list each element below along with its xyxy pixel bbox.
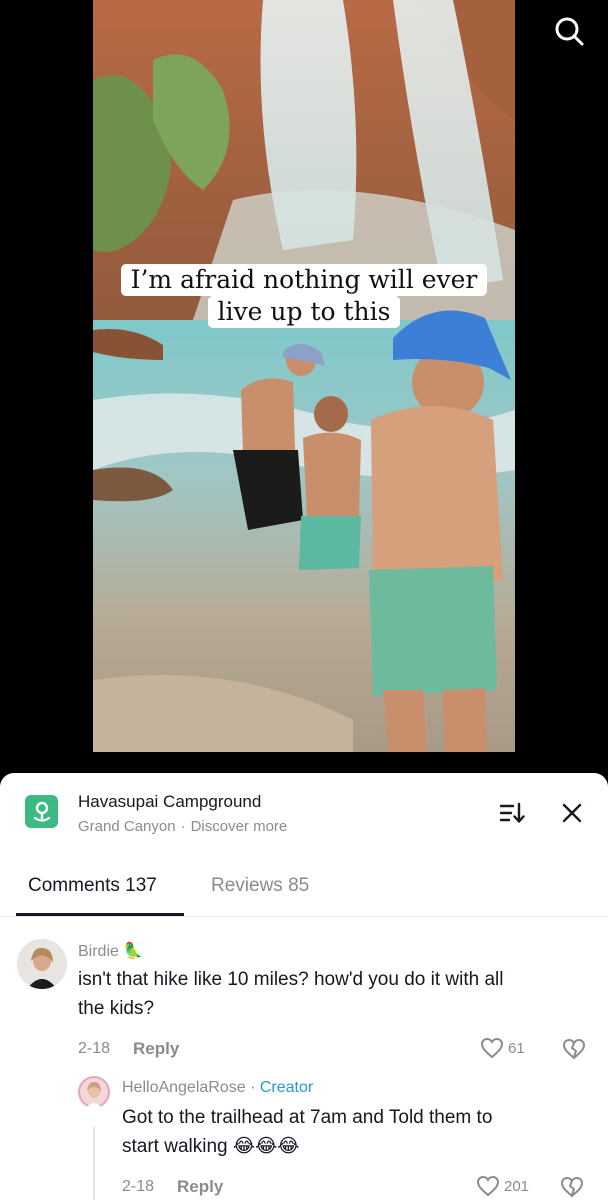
comment-date: 2-18	[78, 1040, 111, 1057]
search-button[interactable]	[552, 14, 586, 48]
location-pin-icon	[33, 801, 50, 822]
video-scene	[93, 0, 515, 752]
video-player[interactable]: I’m afraid nothing will ever live up to …	[0, 0, 608, 800]
active-tab-indicator	[16, 913, 184, 916]
reply-text-line-2: start walking 😂😂😂	[122, 1136, 300, 1157]
avatar[interactable]	[17, 939, 67, 989]
video-caption: I’m afraid nothing will ever live up to …	[0, 264, 608, 328]
video-frame	[93, 0, 515, 752]
comment-username[interactable]: Birdie 🦜	[78, 941, 143, 961]
separator: ·	[180, 818, 186, 835]
reply-button[interactable]: Reply	[177, 1177, 223, 1197]
place-header[interactable]: Havasupai Campground Grand Canyon · Discov…	[0, 773, 608, 853]
dislike-button[interactable]	[560, 1176, 584, 1200]
sort-button[interactable]	[499, 801, 525, 825]
reply-username-row: HelloAngelaRose · Creator	[122, 1079, 313, 1097]
reply-username[interactable]: HelloAngelaRose	[122, 1079, 246, 1096]
tab-reviews[interactable]: Reviews 85	[211, 875, 309, 897]
reply-thread-line	[93, 1127, 95, 1200]
sort-icon	[499, 802, 525, 823]
caption-line-1: I’m afraid nothing will ever	[120, 264, 488, 296]
comment-text-line-1: isn't that hike like 10 miles? how'd you…	[78, 969, 504, 990]
heart-icon	[476, 1175, 500, 1197]
comments-sheet: Havasupai Campground Grand Canyon · Discov…	[0, 773, 608, 1200]
creator-avatar[interactable]	[78, 1076, 110, 1108]
like-button[interactable]: 61	[480, 1037, 525, 1059]
tab-comments[interactable]: Comments 137	[28, 875, 157, 897]
reply-button[interactable]: Reply	[133, 1039, 179, 1059]
reply-text-line-1: Got to the trailhead at 7am and Told the…	[122, 1107, 493, 1128]
separator: ·	[250, 1079, 256, 1096]
discover-more-link[interactable]: Discover more	[191, 818, 288, 835]
broken-heart-icon	[562, 1038, 586, 1060]
tab-bar: Comments 137 Reviews 85	[0, 863, 608, 917]
like-count: 201	[504, 1177, 530, 1195]
dislike-button[interactable]	[562, 1038, 586, 1065]
heart-icon	[480, 1037, 504, 1059]
close-button[interactable]	[560, 801, 584, 825]
search-icon	[555, 17, 584, 46]
caption-line-2: live up to this	[207, 296, 401, 328]
comment-text-line-2: the kids?	[78, 998, 155, 1019]
creator-badge: Creator	[259, 1079, 314, 1096]
broken-heart-icon	[560, 1176, 584, 1198]
place-subtitle: Grand Canyon · Discover more	[78, 818, 287, 835]
place-name[interactable]: Havasupai Campground	[78, 792, 261, 812]
like-button[interactable]: 201	[476, 1175, 529, 1197]
close-icon	[562, 803, 582, 823]
place-icon-tile	[25, 795, 58, 828]
avatar-image	[17, 939, 67, 989]
place-location: Grand Canyon	[78, 818, 176, 835]
reply-date: 2-18	[122, 1178, 155, 1195]
avatar-image	[78, 1076, 110, 1108]
like-count: 61	[508, 1039, 525, 1057]
